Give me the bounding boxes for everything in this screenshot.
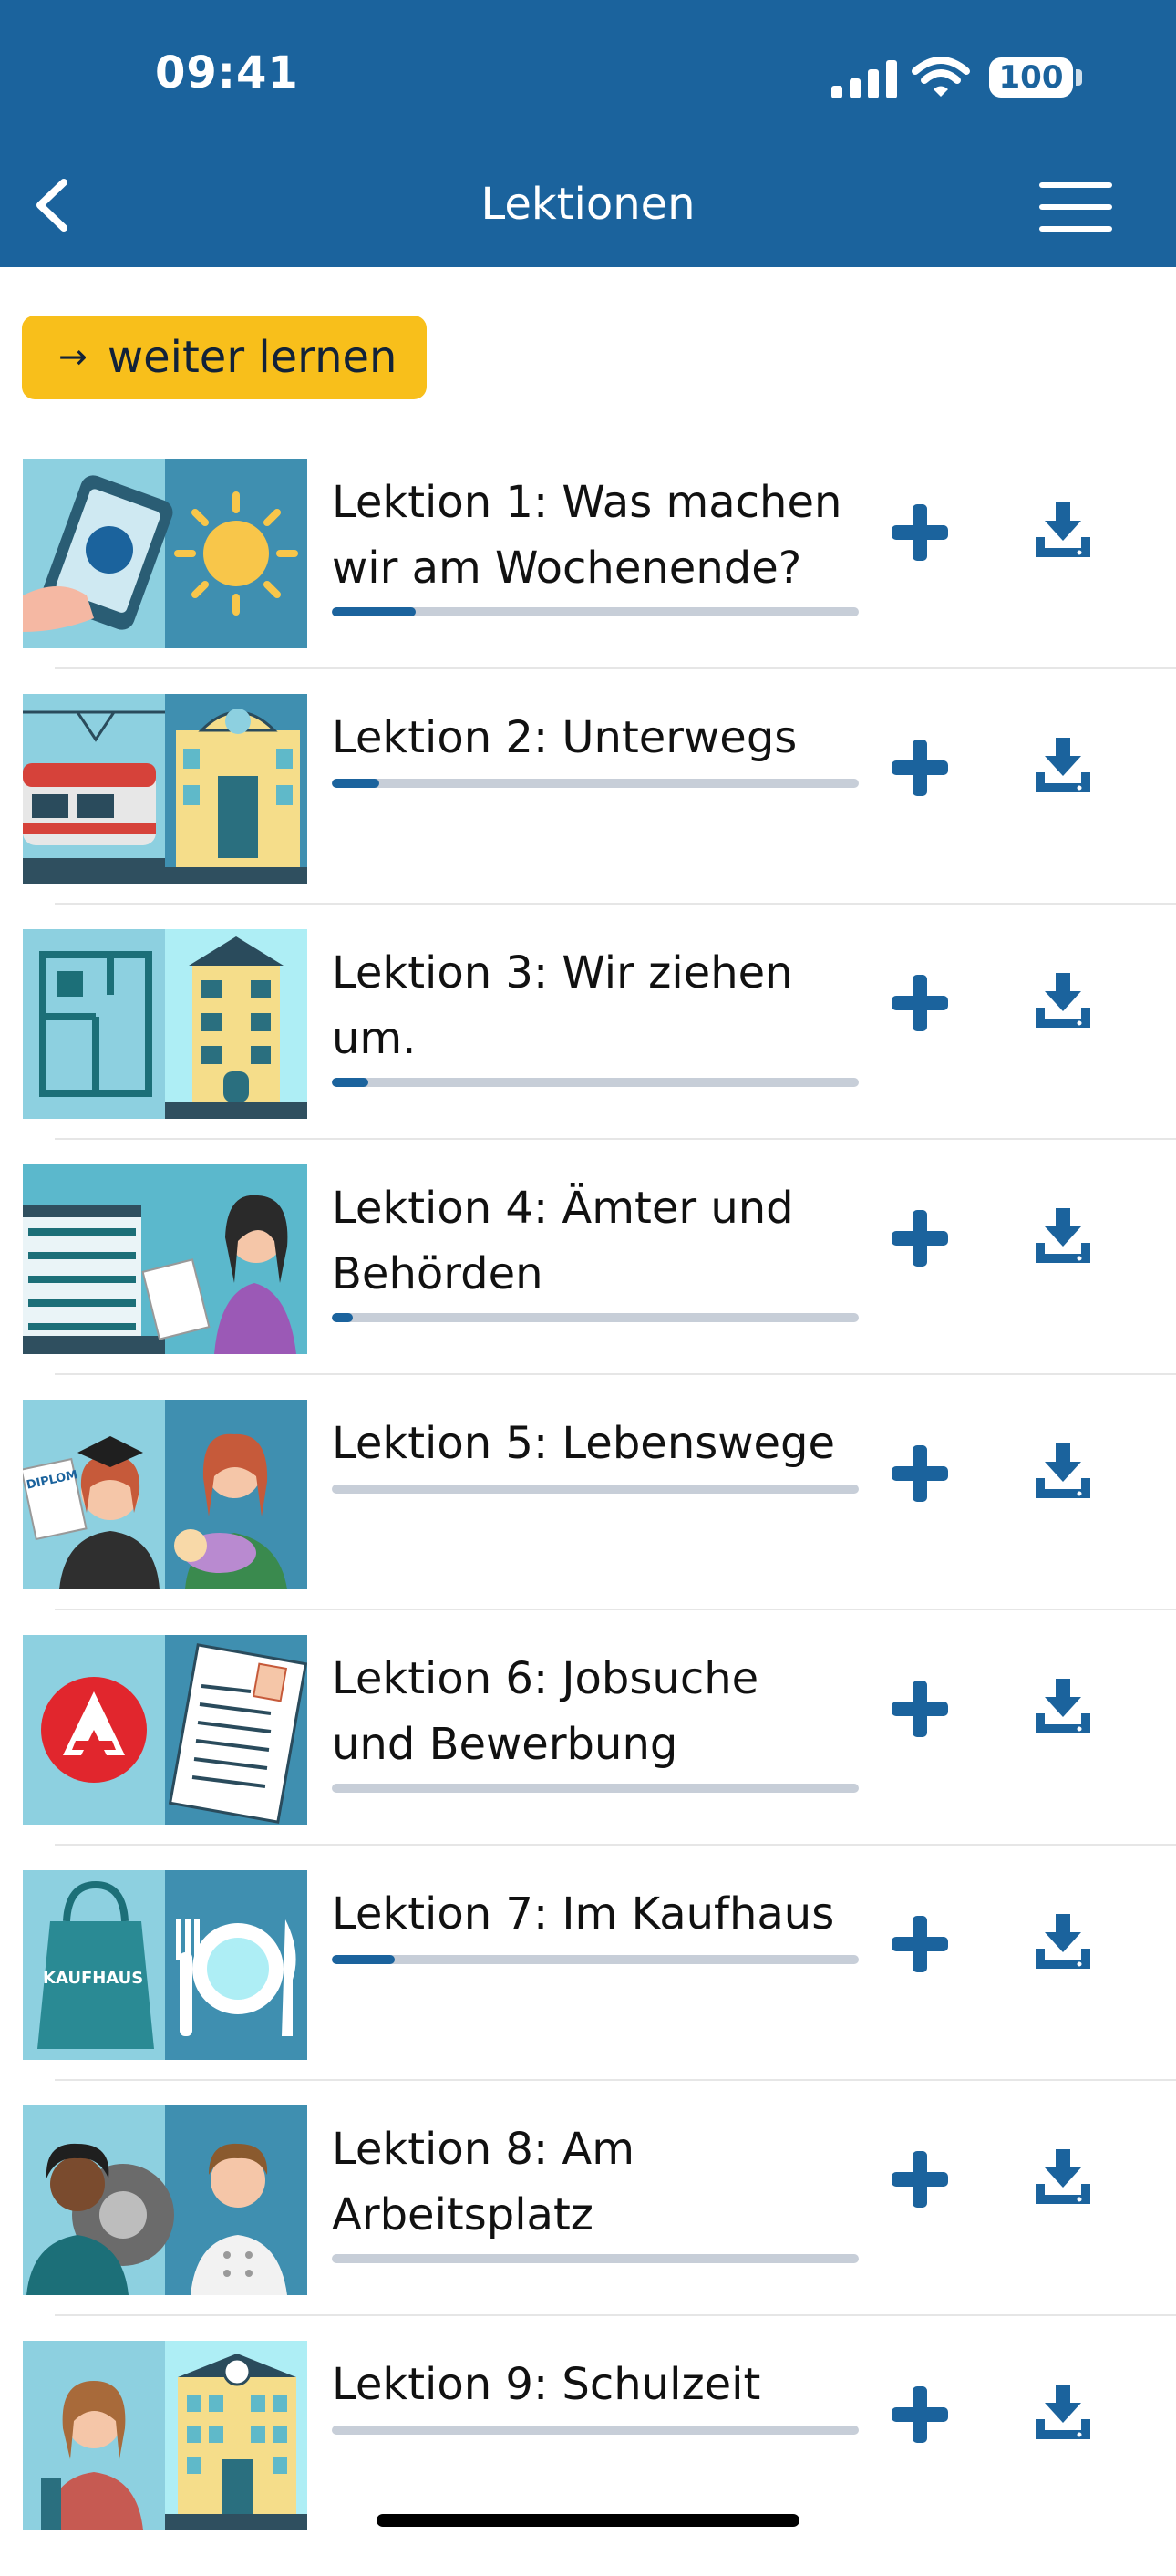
lesson-thumbnail: [23, 1635, 307, 1825]
home-indicator: [377, 2514, 799, 2527]
lesson-title: Lektion 4: Ämter und Behörden: [332, 1183, 794, 1299]
lesson-progress-bar: [332, 1485, 859, 1494]
plus-icon[interactable]: [890, 502, 950, 563]
lesson-thumbnail: DIPLOM: [23, 1400, 307, 1589]
arrow-right-icon: →: [58, 336, 88, 377]
download-icon[interactable]: [1034, 1206, 1092, 1265]
lesson-thumbnail: [23, 2341, 307, 2530]
lesson-progress-bar: [332, 2254, 859, 2263]
lesson-title: Lektion 6: Jobsuche und Bewerbung: [332, 1653, 759, 1770]
lesson-progress-bar: [332, 1784, 859, 1793]
download-icon[interactable]: [1034, 736, 1092, 794]
lesson-title: Lektion 8: Am Arbeitsplatz: [332, 2124, 634, 2240]
lesson-title: Lektion 9: Schulzeit: [332, 2359, 761, 2410]
hamburger-menu-icon[interactable]: [1039, 182, 1112, 233]
download-icon[interactable]: [1034, 2147, 1092, 2206]
plus-icon[interactable]: [890, 973, 950, 1033]
continue-learning-button[interactable]: → weiter lernen: [22, 316, 427, 399]
lesson-thumbnail: [23, 929, 307, 1119]
lesson-item-9[interactable]: Lektion 9: Schulzeit: [0, 2341, 1176, 2576]
lesson-progress-fill: [332, 1955, 396, 1964]
lesson-progress-bar: [332, 779, 859, 788]
download-icon[interactable]: [1034, 2383, 1092, 2441]
list-divider: [55, 1138, 1176, 1140]
lesson-progress-bar: [332, 2426, 859, 2435]
continue-learning-label: weiter lernen: [107, 332, 397, 383]
lesson-item-1[interactable]: Lektion 1: Was machen wir am Wochenende?: [0, 459, 1176, 694]
lesson-progress-bar: [332, 1313, 859, 1322]
lesson-progress-fill: [332, 779, 380, 788]
plus-icon[interactable]: [890, 2385, 950, 2445]
lesson-item-4[interactable]: Lektion 4: Ämter und Behörden: [0, 1164, 1176, 1400]
list-divider: [55, 2314, 1176, 2316]
app-header: 09:41 100 Lektionen: [0, 0, 1176, 267]
lesson-item-5[interactable]: DIPLOM Lektion 5: Lebenswege: [0, 1400, 1176, 1635]
download-icon[interactable]: [1034, 1442, 1092, 1500]
lesson-thumbnail: KAUFHAUS: [23, 1870, 307, 2060]
plus-icon[interactable]: [890, 1914, 950, 1974]
battery-icon: 100: [989, 57, 1073, 98]
lesson-item-7[interactable]: KAUFHAUS Lektion 7: Im Kaufhaus: [0, 1870, 1176, 2105]
lesson-item-2[interactable]: Lektion 2: Unterwegs: [0, 694, 1176, 929]
plus-icon[interactable]: [890, 1208, 950, 1268]
plus-icon[interactable]: [890, 1443, 950, 1504]
lesson-title: Lektion 5: Lebenswege: [332, 1418, 836, 1469]
lesson-thumbnail: [23, 2105, 307, 2295]
lesson-progress-bar: [332, 1955, 859, 1964]
download-icon[interactable]: [1034, 971, 1092, 1029]
lesson-title: Lektion 3: Wir ziehen um.: [332, 947, 793, 1064]
list-divider: [55, 1373, 1176, 1375]
lesson-progress-fill: [332, 1313, 354, 1322]
battery-cap: [1076, 69, 1082, 86]
lesson-progress-bar: [332, 607, 859, 616]
download-icon[interactable]: [1034, 501, 1092, 559]
signal-icon: [831, 60, 897, 98]
lesson-progress-fill: [332, 607, 417, 616]
lesson-title: Lektion 7: Im Kaufhaus: [332, 1888, 835, 1940]
lesson-title: Lektion 1: Was machen wir am Wochenende?: [332, 477, 842, 594]
lesson-thumbnail: [23, 694, 307, 884]
lesson-thumbnail: [23, 1164, 307, 1354]
lesson-item-3[interactable]: Lektion 3: Wir ziehen um.: [0, 929, 1176, 1164]
download-icon[interactable]: [1034, 1677, 1092, 1735]
lesson-item-8[interactable]: Lektion 8: Am Arbeitsplatz: [0, 2105, 1176, 2341]
download-icon[interactable]: [1034, 1912, 1092, 1971]
lesson-thumbnail: [23, 459, 307, 648]
lesson-progress-bar: [332, 1078, 859, 1087]
status-time: 09:41: [155, 47, 299, 98]
list-divider: [55, 1609, 1176, 1610]
page-title: Lektionen: [480, 179, 696, 230]
list-divider: [55, 1844, 1176, 1846]
plus-icon[interactable]: [890, 2149, 950, 2209]
plus-icon[interactable]: [890, 1679, 950, 1739]
lesson-title: Lektion 2: Unterwegs: [332, 712, 798, 763]
lesson-progress-fill: [332, 1078, 369, 1087]
list-divider: [55, 2079, 1176, 2081]
wifi-icon: [912, 57, 970, 97]
lesson-item-6[interactable]: Lektion 6: Jobsuche und Bewerbung: [0, 1635, 1176, 1870]
list-divider: [55, 667, 1176, 669]
plus-icon[interactable]: [890, 738, 950, 798]
list-divider: [55, 903, 1176, 905]
kaufhaus-label: KAUFHAUS: [43, 1969, 143, 1988]
